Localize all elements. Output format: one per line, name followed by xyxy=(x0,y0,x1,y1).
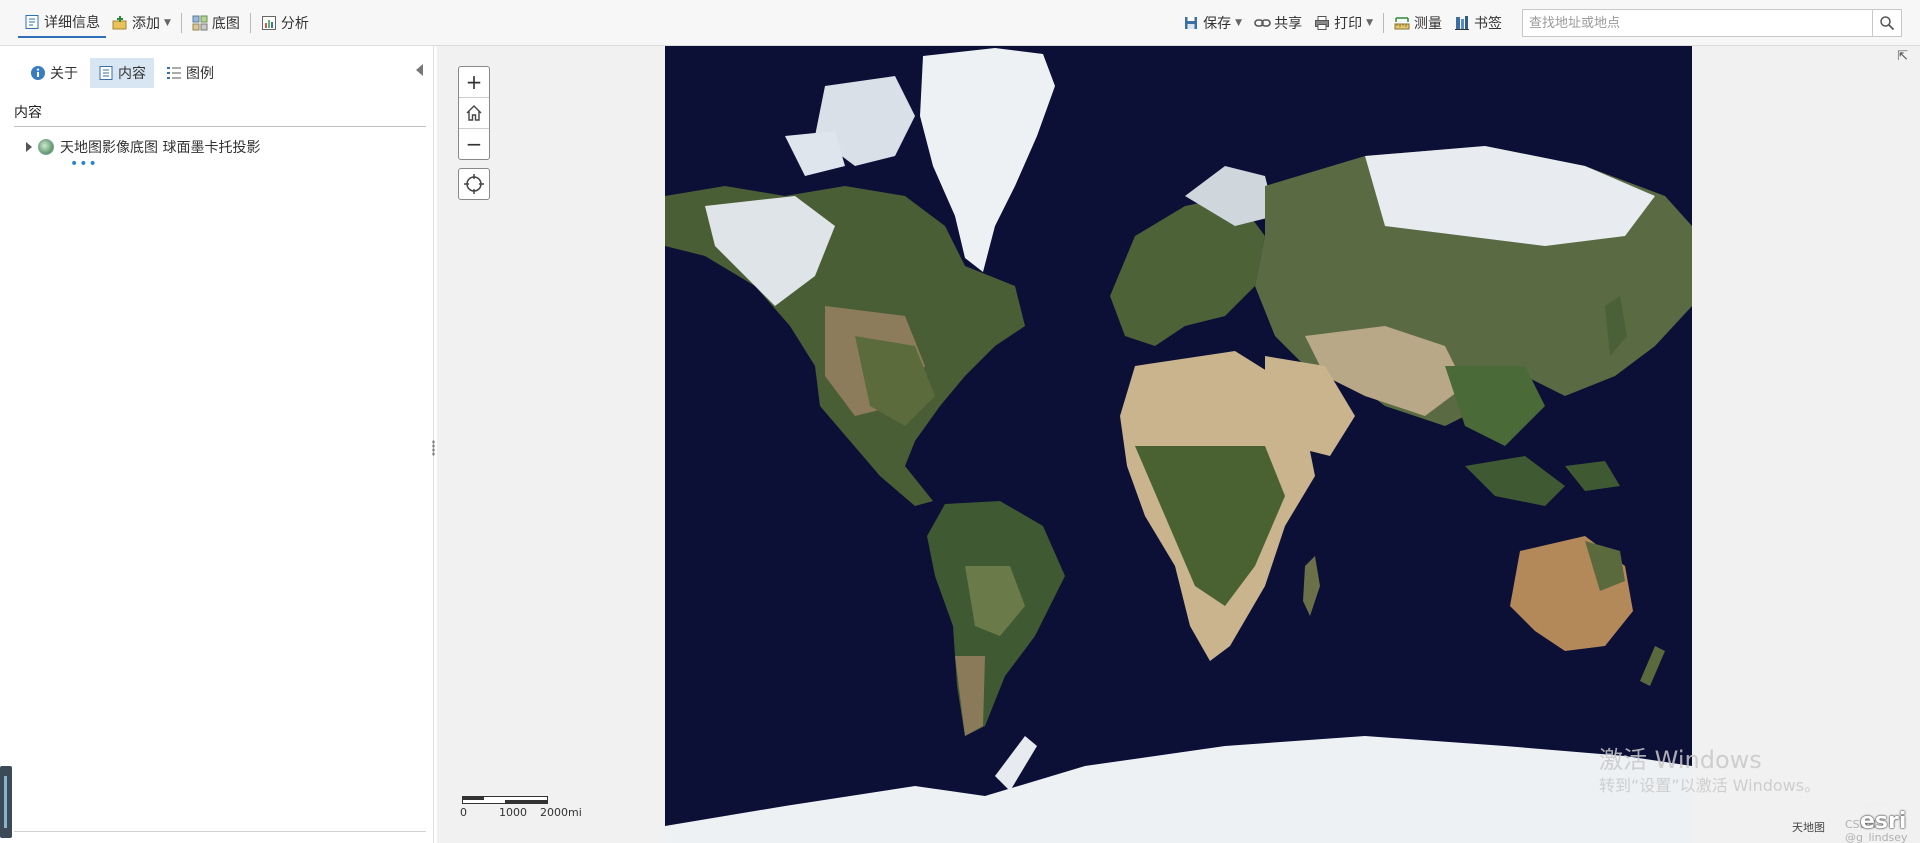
toolbar-divider xyxy=(249,13,251,33)
print-label: 打印 xyxy=(1334,16,1363,32)
toolbar-divider xyxy=(180,13,182,33)
scale-bar-labels: 0 1000 2000mi xyxy=(460,804,592,819)
toolbar-divider xyxy=(1383,13,1384,33)
info-icon xyxy=(30,65,46,81)
tab-about[interactable]: 关于 xyxy=(22,58,86,88)
top-toolbar: 详细信息 添加 ▼ 底图 分析 保存 ▼ 共享 打印 ▼ 测量 书签 查找地址或… xyxy=(0,0,1920,46)
more-options-icon[interactable]: ••• xyxy=(70,157,98,171)
details-icon xyxy=(24,14,40,30)
zoom-in-button[interactable]: + xyxy=(459,67,489,97)
scale-label: 2000mi xyxy=(540,806,582,819)
home-button[interactable] xyxy=(459,97,489,128)
panel-tabs: 关于 内容 图例 xyxy=(22,58,226,88)
esri-logo[interactable]: POWERED BY esri xyxy=(1860,802,1914,834)
search-box xyxy=(1522,9,1902,37)
globe-icon xyxy=(38,139,54,155)
search-input[interactable] xyxy=(1523,10,1865,36)
share-label: 共享 xyxy=(1274,16,1303,32)
save-label: 保存 xyxy=(1203,16,1232,32)
search-icon xyxy=(1880,16,1895,31)
details-button[interactable]: 详细信息 xyxy=(18,8,106,38)
bookmarks-button[interactable]: 书签 xyxy=(1448,8,1508,38)
tab-about-label: 关于 xyxy=(50,66,78,82)
side-widget[interactable] xyxy=(0,766,12,838)
bookmarks-label: 书签 xyxy=(1474,16,1502,32)
windows-activation-subtitle: 转到“设置”以激活 Windows。 xyxy=(1599,776,1821,795)
ruler-icon xyxy=(1394,15,1410,31)
details-panel: 关于 内容 图例 内容 天地图影像底图 球面墨卡托投影 ••• xyxy=(6,46,434,843)
chevron-down-icon: ▼ xyxy=(1235,18,1243,28)
add-icon xyxy=(112,15,128,31)
windows-activation-title: 激活 Windows xyxy=(1599,746,1762,774)
basemap-icon xyxy=(192,15,208,31)
add-button[interactable]: 添加 ▼ xyxy=(106,8,177,38)
layer-item[interactable]: 天地图影像底图 球面墨卡托投影 xyxy=(26,136,260,158)
map-attribution: 天地图 xyxy=(1792,821,1825,834)
measure-button[interactable]: 测量 xyxy=(1388,8,1448,38)
divider xyxy=(14,831,426,832)
locate-icon xyxy=(464,174,484,194)
scale-label: 0 xyxy=(460,806,467,819)
scale-bar-graphic xyxy=(462,796,548,804)
save-icon xyxy=(1183,15,1199,31)
zoom-out-button[interactable]: − xyxy=(459,128,489,159)
save-button[interactable]: 保存 ▼ xyxy=(1177,8,1248,38)
chevron-down-icon: ▼ xyxy=(164,18,171,28)
add-label: 添加 xyxy=(132,16,160,32)
basemap-label: 底图 xyxy=(211,16,240,32)
chevron-down-icon: ▼ xyxy=(1366,18,1373,28)
details-label: 详细信息 xyxy=(44,15,100,31)
tab-legend-label: 图例 xyxy=(186,66,214,82)
analysis-button[interactable]: 分析 xyxy=(255,8,315,38)
satellite-imagery xyxy=(665,46,1692,843)
esri-powered-label: POWERED BY xyxy=(1860,802,1904,809)
print-button[interactable]: 打印 ▼ xyxy=(1308,8,1379,38)
collapse-panel-icon[interactable] xyxy=(416,64,423,76)
esri-wordmark: esri xyxy=(1860,809,1907,834)
panel-splitter[interactable] xyxy=(432,440,435,456)
search-button[interactable] xyxy=(1872,10,1901,36)
expand-map-icon[interactable]: ⇱ xyxy=(1897,49,1908,64)
layer-label: 天地图影像底图 球面墨卡托投影 xyxy=(60,140,261,156)
expand-arrow-icon[interactable] xyxy=(26,142,32,152)
tab-content[interactable]: 内容 xyxy=(90,58,154,88)
printer-icon xyxy=(1314,15,1330,31)
zoom-controls: + − xyxy=(458,66,490,160)
basemap-button[interactable]: 底图 xyxy=(186,8,246,38)
map-view[interactable]: + − 0 1000 2000mi ⇱ 激活 Windows 转到“设置”以激活… xyxy=(437,46,1920,843)
analysis-icon xyxy=(261,15,277,31)
tab-legend[interactable]: 图例 xyxy=(158,58,222,88)
tab-content-label: 内容 xyxy=(118,66,146,82)
scale-bar: 0 1000 2000mi xyxy=(460,796,592,819)
share-button[interactable]: 共享 xyxy=(1248,8,1308,38)
world-map xyxy=(665,46,1692,843)
bookmark-icon xyxy=(1454,15,1470,31)
locate-button[interactable] xyxy=(458,168,490,200)
divider xyxy=(14,126,426,127)
scale-label: 1000 xyxy=(499,806,527,819)
contents-heading: 内容 xyxy=(14,105,42,121)
link-icon xyxy=(1254,15,1271,31)
analysis-label: 分析 xyxy=(280,16,309,32)
home-icon xyxy=(466,105,482,121)
measure-label: 测量 xyxy=(1414,16,1442,32)
legend-icon xyxy=(166,65,182,81)
content-icon xyxy=(98,65,114,81)
